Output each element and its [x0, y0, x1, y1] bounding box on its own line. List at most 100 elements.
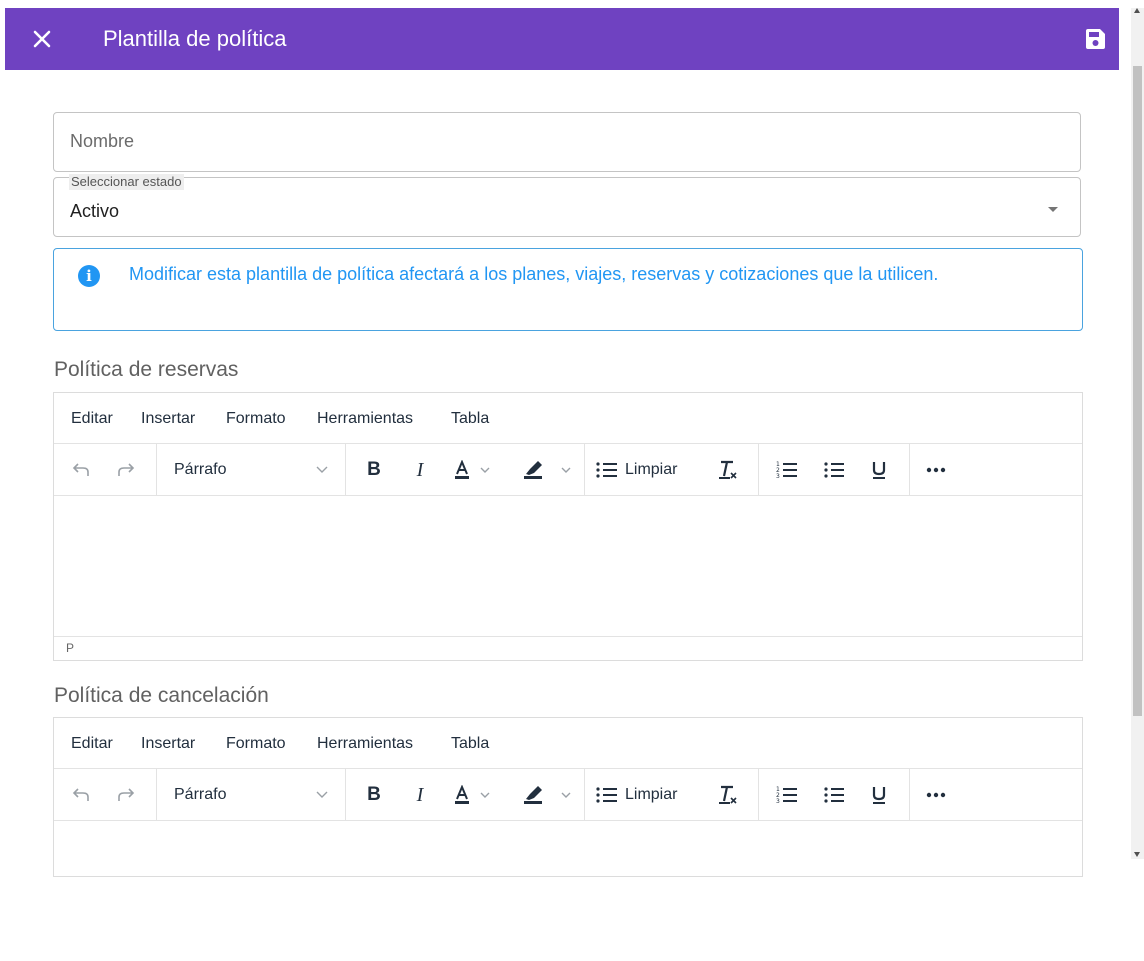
status-select[interactable]: Seleccionar estado Activo: [53, 174, 1081, 237]
menu-table[interactable]: Tabla: [451, 735, 489, 753]
more-options-button[interactable]: [918, 769, 954, 821]
menu-insert[interactable]: Insertar: [141, 735, 195, 753]
remove-format-button[interactable]: [712, 769, 744, 821]
bullet-list-icon: [824, 462, 844, 478]
highlighter-icon: [524, 786, 571, 804]
remove-format-button[interactable]: [712, 444, 744, 496]
undo-icon: [72, 788, 89, 801]
block-format-value: Párrafo: [174, 786, 227, 803]
clear-formatting-list-button[interactable]: Limpiar: [595, 769, 705, 821]
toolbar-separator: [909, 769, 910, 821]
chevron-down-icon: [316, 466, 328, 473]
bold-icon: B: [367, 784, 381, 805]
underline-button[interactable]: [864, 769, 894, 821]
info-alert: i Modificar esta plantilla de política a…: [53, 248, 1083, 331]
name-field-container: [53, 112, 1081, 172]
toolbar-separator: [909, 444, 910, 496]
redo-button[interactable]: [109, 769, 143, 821]
menu-format[interactable]: Formato: [226, 410, 286, 428]
scrollbar-thumb[interactable]: [1133, 66, 1142, 716]
block-format-select[interactable]: Párrafo: [157, 444, 345, 496]
undo-button[interactable]: [64, 769, 98, 821]
toolbar-separator: [345, 769, 346, 821]
more-options-button[interactable]: [918, 444, 954, 496]
cancellation-policy-title: Política de cancelación: [54, 684, 269, 707]
undo-button[interactable]: [64, 444, 98, 496]
numbered-list-icon: 1 2 3: [776, 461, 797, 479]
remove-format-icon: [719, 460, 737, 479]
undo-icon: [72, 463, 89, 476]
redo-button[interactable]: [109, 444, 143, 496]
dialog-title: Plantilla de política: [103, 26, 287, 51]
status-select-label: Seleccionar estado: [69, 174, 184, 190]
clear-formatting-list-button[interactable]: Limpiar: [595, 444, 705, 496]
italic-button[interactable]: I: [405, 769, 435, 821]
bullet-list-button[interactable]: [817, 769, 851, 821]
menu-edit[interactable]: Editar: [71, 410, 113, 428]
svg-text:3: 3: [776, 473, 780, 479]
editor-content-area[interactable]: [54, 496, 1082, 636]
top-strip: [0, 0, 1144, 8]
svg-text:3: 3: [776, 798, 780, 804]
text-color-icon: [455, 785, 490, 804]
info-icon: i: [78, 265, 100, 287]
remove-format-icon: [719, 785, 737, 804]
block-format-select[interactable]: Párrafo: [157, 769, 345, 821]
list-icon: [596, 787, 617, 803]
redo-icon: [118, 463, 135, 476]
menu-tools[interactable]: Herramientas: [317, 410, 413, 428]
italic-button[interactable]: I: [405, 444, 435, 496]
close-icon: [33, 30, 51, 48]
clear-label: Limpiar: [625, 461, 678, 478]
close-button[interactable]: [29, 26, 55, 52]
toolbar-separator: [758, 444, 759, 496]
clear-label: Limpiar: [625, 786, 678, 803]
name-input[interactable]: [70, 131, 1060, 152]
chevron-down-icon: [316, 791, 328, 798]
toolbar-separator: [758, 769, 759, 821]
menu-format[interactable]: Formato: [226, 735, 286, 753]
highlighter-icon: [524, 461, 571, 479]
page-scrollbar[interactable]: [1131, 8, 1144, 859]
reservations-policy-editor: Editar Insertar Formato Herramientas Tab…: [53, 392, 1083, 661]
save-button[interactable]: [1081, 25, 1109, 53]
underline-button[interactable]: [864, 444, 894, 496]
bullet-list-button[interactable]: [817, 444, 851, 496]
app-bar: Plantilla de política: [5, 8, 1119, 70]
redo-icon: [118, 788, 135, 801]
bold-button[interactable]: B: [357, 769, 391, 821]
cancellation-policy-editor: Editar Insertar Formato Herramientas Tab…: [53, 717, 1083, 877]
scroll-up-arrow-icon[interactable]: [1134, 8, 1140, 13]
scroll-down-arrow-icon[interactable]: [1134, 852, 1140, 857]
numbered-list-icon: 1 2 3: [776, 786, 797, 804]
underline-icon: [872, 787, 886, 804]
menu-edit[interactable]: Editar: [71, 735, 113, 753]
menu-table[interactable]: Tabla: [451, 410, 489, 428]
highlight-color-button[interactable]: [518, 444, 578, 496]
highlight-color-button[interactable]: [518, 769, 578, 821]
editor-menubar: Editar Insertar Formato Herramientas Tab…: [54, 393, 1082, 444]
list-icon: [596, 462, 617, 478]
info-alert-text: Modificar esta plantilla de política afe…: [129, 264, 939, 284]
dropdown-arrow-icon: [1048, 207, 1058, 212]
text-color-button[interactable]: [449, 444, 499, 496]
toolbar-separator: [345, 444, 346, 496]
text-color-button[interactable]: [449, 769, 499, 821]
editor-content-area[interactable]: [54, 821, 1082, 961]
editor-toolbar: Párrafo B I Limpiar 1 2 3: [54, 444, 1082, 496]
menu-tools[interactable]: Herramientas: [317, 735, 413, 753]
status-select-value: Activo: [70, 201, 120, 221]
underline-icon: [872, 462, 886, 479]
editor-menubar: Editar Insertar Formato Herramientas Tab…: [54, 718, 1082, 769]
block-format-value: Párrafo: [174, 461, 227, 478]
italic-icon: I: [416, 458, 424, 481]
text-color-icon: [455, 460, 490, 479]
editor-statusbar: P: [54, 636, 1082, 660]
numbered-list-button[interactable]: 1 2 3: [770, 444, 804, 496]
element-path[interactable]: P: [66, 641, 74, 655]
more-horizontal-icon: [926, 792, 946, 798]
menu-insert[interactable]: Insertar: [141, 410, 195, 428]
reservations-policy-title: Política de reservas: [54, 358, 239, 381]
numbered-list-button[interactable]: 1 2 3: [770, 769, 804, 821]
bold-button[interactable]: B: [357, 444, 391, 496]
